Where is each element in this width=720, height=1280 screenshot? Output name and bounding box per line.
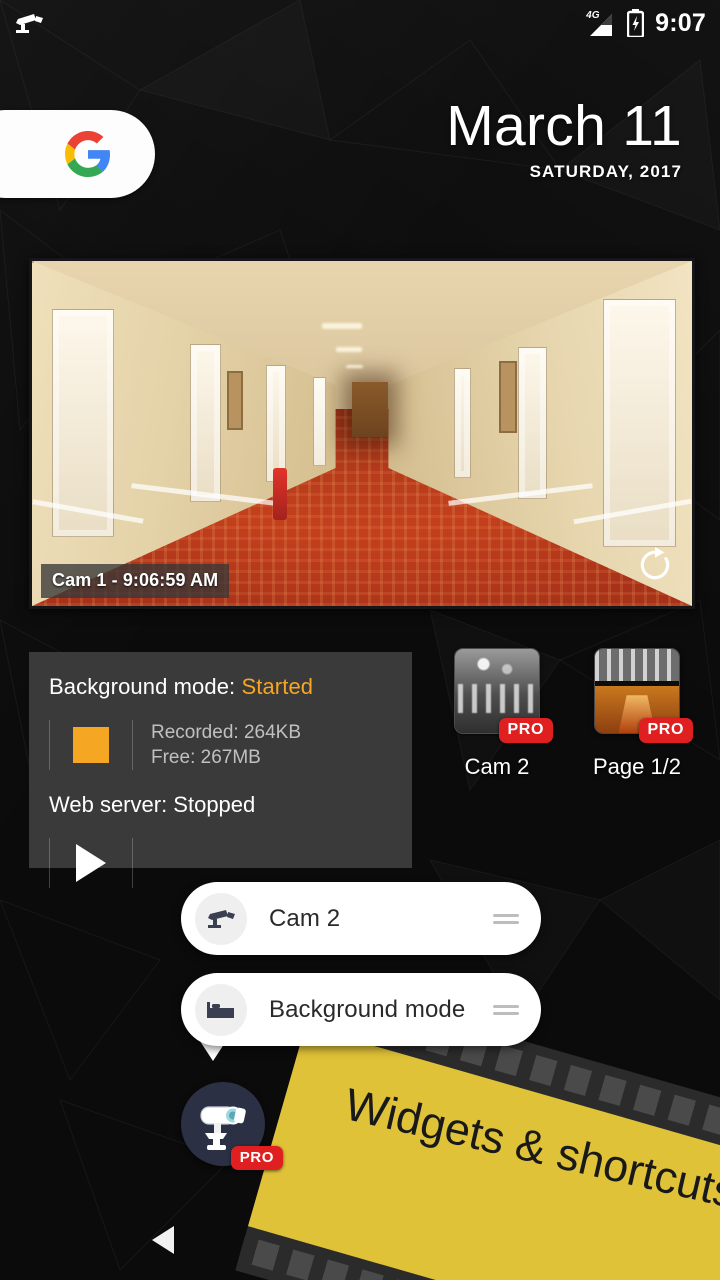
pro-badge: PRO: [230, 1146, 283, 1170]
pill-icon-background: [195, 983, 247, 1036]
background-service-widget[interactable]: Background mode: Started Recorded: 264KB…: [29, 652, 412, 889]
home-screen: 4G 9:07 March 11 SATURDAY, 2017 Cam 1 - …: [0, 0, 720, 1280]
popup-shortcut-label: Cam 2: [269, 904, 341, 932]
back-button-icon[interactable]: [152, 1226, 174, 1254]
google-g-icon: [65, 131, 111, 177]
camera-timestamp-label: Cam 1 - 9:06:59 AM: [41, 564, 230, 598]
status-bar-clock: 9:07: [655, 8, 706, 37]
camera-feed-image: [32, 261, 692, 606]
cctv-camera-icon: [16, 14, 43, 33]
web-server-status: Web server: Stopped: [49, 792, 256, 818]
shortcut-label: Cam 2: [464, 754, 530, 779]
recorded-size: Recorded: 264KB: [151, 722, 301, 743]
row-divider-right-2: [132, 838, 133, 889]
navigation-bar: [0, 1204, 720, 1280]
status-bar: 4G 9:07: [0, 0, 720, 46]
refresh-icon[interactable]: [636, 546, 674, 584]
google-search-widget[interactable]: [0, 110, 155, 198]
recording-row: Recorded: 264KB Free: 267MB: [29, 720, 412, 771]
signal-icon: 4G: [586, 10, 616, 36]
background-mode-label: Background mode:: [49, 674, 242, 699]
camera-preview-widget[interactable]: Cam 1 - 9:06:59 AM: [29, 258, 695, 609]
popup-shortcut-cam-2[interactable]: Cam 2: [181, 882, 541, 955]
battery-charging-icon: [627, 9, 645, 37]
popup-shortcut-label: Background mode: [269, 995, 466, 1023]
drag-handle-icon[interactable]: [493, 910, 519, 928]
stop-recording-button[interactable]: [50, 727, 132, 764]
shortcut-thumbnail: PRO: [454, 648, 553, 743]
cctv-camera-icon: [208, 909, 235, 928]
shortcut-label: Page 1/2: [592, 754, 682, 779]
pro-badge: PRO: [638, 718, 693, 743]
stop-square-icon: [73, 727, 109, 764]
date-widget[interactable]: March 11 SATURDAY, 2017: [446, 96, 682, 182]
pill-icon-background: [195, 892, 247, 945]
storage-stats: Recorded: 264KB Free: 267MB: [133, 720, 301, 770]
date-sub-text: SATURDAY, 2017: [529, 162, 682, 182]
drag-handle-icon[interactable]: [493, 1001, 519, 1019]
shortcut-thumbnail: PRO: [594, 648, 693, 743]
background-mode-status: Background mode: Started: [29, 674, 412, 700]
status-bar-notifications: [14, 12, 586, 34]
bed-icon: [207, 1001, 234, 1018]
date-main-text: March 11: [446, 94, 682, 158]
play-icon: [76, 844, 106, 883]
background-mode-value: Started: [241, 674, 314, 699]
web-server-row: [29, 838, 412, 889]
shortcut-icon-cam-2[interactable]: PRO Cam 2: [437, 648, 557, 780]
pro-badge: PRO: [498, 718, 553, 743]
start-web-server-button[interactable]: [50, 844, 132, 883]
popup-shortcut-background-mode[interactable]: Background mode: [181, 973, 541, 1046]
shortcut-icon-page-1-2[interactable]: PRO Page 1/2: [577, 648, 697, 780]
status-bar-icons: 4G 9:07: [586, 9, 706, 37]
free-size: Free: 267MB: [151, 747, 261, 769]
security-camera-app-icon[interactable]: PRO: [181, 1082, 283, 1170]
